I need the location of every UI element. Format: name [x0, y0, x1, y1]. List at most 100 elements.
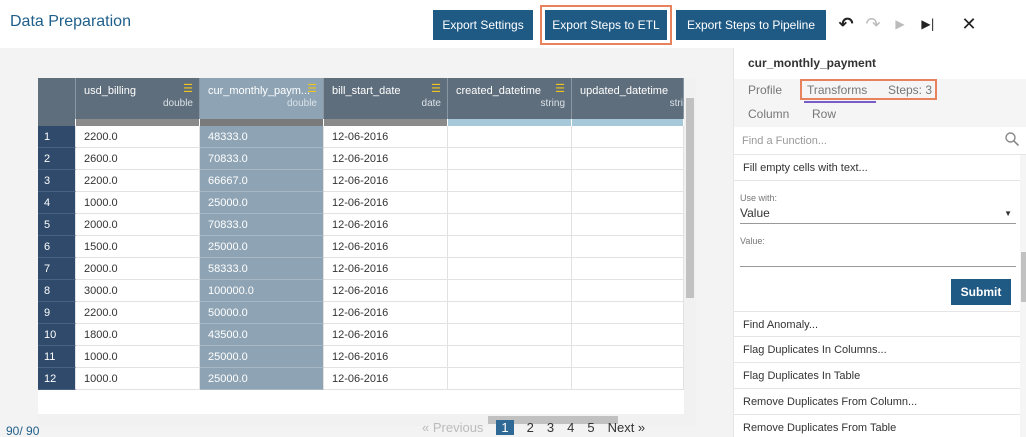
table-cell[interactable]: 70833.0	[200, 214, 324, 236]
skip-to-end-icon[interactable]: ▶|	[917, 12, 939, 36]
table-cell[interactable]	[572, 302, 684, 324]
page-link[interactable]: 3	[547, 420, 554, 435]
use-with-select[interactable]: Value ▼	[740, 206, 1016, 224]
export-steps-to-pipeline-button[interactable]: Export Steps to Pipeline	[676, 10, 826, 40]
close-icon[interactable]: ✕	[958, 12, 980, 36]
tab-profile[interactable]: Profile	[748, 83, 782, 97]
table-cell[interactable]: 3000.0	[76, 280, 200, 302]
table-cell[interactable]: 50000.0	[200, 302, 324, 324]
column-header-cur-monthly-payment[interactable]: cur_monthly_paym... ☰ double	[200, 78, 324, 119]
table-cell[interactable]	[572, 258, 684, 280]
table-cell[interactable]	[448, 346, 572, 368]
table-cell[interactable]	[448, 170, 572, 192]
table-cell[interactable]: 1000.0	[76, 368, 200, 390]
table-cell[interactable]	[572, 280, 684, 302]
table-cell[interactable]: 25000.0	[200, 236, 324, 258]
table-cell[interactable]: 12-06-2016	[324, 280, 448, 302]
page-link[interactable]: 5	[587, 420, 594, 435]
next-page-link[interactable]: Next »	[608, 420, 646, 435]
table-cell[interactable]: 12-06-2016	[324, 368, 448, 390]
function-search[interactable]: Find a Function...	[734, 127, 1026, 155]
search-input[interactable]: Find a Function...	[742, 135, 827, 147]
redo-icon[interactable]: ↷	[862, 12, 884, 36]
table-cell[interactable]: 12-06-2016	[324, 258, 448, 280]
table-cell[interactable]: 2000.0	[76, 258, 200, 280]
table-cell[interactable]: 66667.0	[200, 170, 324, 192]
table-cell[interactable]: 48333.0	[200, 126, 324, 148]
table-cell[interactable]: 43500.0	[200, 324, 324, 346]
vertical-scrollbar[interactable]	[684, 78, 696, 414]
table-cell[interactable]: 12-06-2016	[324, 302, 448, 324]
table-cell[interactable]	[448, 148, 572, 170]
submit-button[interactable]: Submit	[951, 279, 1011, 305]
table-cell[interactable]: 12-06-2016	[324, 346, 448, 368]
table-cell[interactable]: 2200.0	[76, 126, 200, 148]
column-menu-icon[interactable]: ☰	[555, 82, 565, 95]
table-cell[interactable]: 12-06-2016	[324, 126, 448, 148]
table-cell[interactable]	[448, 236, 572, 258]
table-cell[interactable]: 100000.0	[200, 280, 324, 302]
column-menu-icon[interactable]: ☰	[431, 82, 441, 95]
table-cell[interactable]	[448, 368, 572, 390]
page-link[interactable]: 1	[496, 420, 514, 435]
function-item[interactable]: Remove Duplicates From Table	[734, 415, 1026, 437]
table-cell[interactable]: 2200.0	[76, 170, 200, 192]
table-cell[interactable]: 12-06-2016	[324, 170, 448, 192]
scroll-thumb[interactable]	[686, 98, 694, 298]
table-cell[interactable]: 70833.0	[200, 148, 324, 170]
scroll-thumb[interactable]	[1021, 252, 1026, 302]
table-cell[interactable]: 1000.0	[76, 346, 200, 368]
search-icon[interactable]	[1004, 131, 1020, 147]
table-cell[interactable]	[572, 148, 684, 170]
table-cell[interactable]	[572, 126, 684, 148]
play-icon[interactable]: ▶	[889, 12, 911, 36]
table-cell[interactable]	[448, 214, 572, 236]
table-cell[interactable]	[448, 324, 572, 346]
page-link[interactable]: 4	[567, 420, 574, 435]
table-cell[interactable]	[448, 280, 572, 302]
table-cell[interactable]: 58333.0	[200, 258, 324, 280]
table-cell[interactable]: 12-06-2016	[324, 236, 448, 258]
table-cell[interactable]	[448, 192, 572, 214]
table-cell[interactable]	[448, 302, 572, 324]
column-header-updated-datetime[interactable]: updated_datetime stri	[572, 78, 684, 119]
table-cell[interactable]	[448, 126, 572, 148]
table-cell[interactable]: 12-06-2016	[324, 214, 448, 236]
table-cell[interactable]	[572, 192, 684, 214]
previous-page-link[interactable]: « Previous	[422, 420, 483, 435]
table-cell[interactable]	[572, 236, 684, 258]
table-cell[interactable]	[448, 258, 572, 280]
function-item[interactable]: Fill empty cells with text...	[734, 155, 1026, 181]
function-item[interactable]: Find Anomaly...	[734, 311, 1026, 337]
table-cell[interactable]: 2200.0	[76, 302, 200, 324]
column-header-bill-start-date[interactable]: bill_start_date ☰ date	[324, 78, 448, 119]
table-cell[interactable]	[572, 346, 684, 368]
value-input[interactable]	[740, 249, 1016, 267]
table-cell[interactable]: 1500.0	[76, 236, 200, 258]
table-cell[interactable]: 25000.0	[200, 346, 324, 368]
subtab-row[interactable]: Row	[812, 107, 836, 121]
table-cell[interactable]	[572, 170, 684, 192]
column-header-created-datetime[interactable]: created_datetime ☰ string	[448, 78, 572, 119]
table-cell[interactable]	[572, 214, 684, 236]
panel-scrollbar[interactable]	[1020, 155, 1026, 437]
export-settings-button[interactable]: Export Settings	[433, 10, 533, 40]
table-cell[interactable]: 25000.0	[200, 368, 324, 390]
undo-icon[interactable]: ↶	[835, 12, 857, 36]
table-cell[interactable]: 12-06-2016	[324, 148, 448, 170]
column-menu-icon[interactable]: ☰	[307, 82, 317, 95]
table-cell[interactable]: 2000.0	[76, 214, 200, 236]
table-cell[interactable]	[572, 324, 684, 346]
page-link[interactable]: 2	[527, 420, 534, 435]
function-item[interactable]: Flag Duplicates In Table	[734, 363, 1026, 389]
table-cell[interactable]: 2600.0	[76, 148, 200, 170]
table-cell[interactable]: 12-06-2016	[324, 192, 448, 214]
subtab-column[interactable]: Column	[748, 107, 789, 121]
table-cell[interactable]: 12-06-2016	[324, 324, 448, 346]
column-header-usd-billing[interactable]: usd_billing ☰ double	[76, 78, 200, 119]
table-cell[interactable]	[572, 368, 684, 390]
column-menu-icon[interactable]: ☰	[183, 82, 193, 95]
function-item[interactable]: Flag Duplicates In Columns...	[734, 337, 1026, 363]
table-cell[interactable]: 1800.0	[76, 324, 200, 346]
function-item[interactable]: Remove Duplicates From Column...	[734, 389, 1026, 415]
